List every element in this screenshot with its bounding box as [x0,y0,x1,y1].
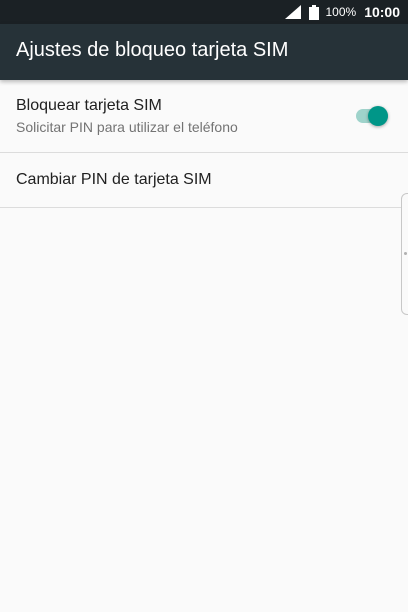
lock-sim-setting[interactable]: Bloquear tarjeta SIM Solicitar PIN para … [0,80,408,153]
change-pin-title: Cambiar PIN de tarjeta SIM [16,171,212,188]
lock-sim-toggle[interactable] [356,105,390,127]
status-bar: 100% 10:00 [0,0,408,24]
clock: 10:00 [364,4,400,20]
status-icons: 100% 10:00 [285,0,400,24]
page-title: Ajustes de bloqueo tarjeta SIM [16,39,289,61]
toggle-thumb [368,106,388,126]
edge-panel-handle[interactable] [401,193,408,315]
battery-icon [309,4,320,20]
change-pin-setting[interactable]: Cambiar PIN de tarjeta SIM [0,153,408,208]
lock-sim-summary: Solicitar PIN para utilizar el teléfono [16,119,238,135]
signal-icon [285,5,302,19]
app-bar: Ajustes de bloqueo tarjeta SIM [0,24,408,80]
battery-percentage: 100% [325,5,357,19]
settings-list: Bloquear tarjeta SIM Solicitar PIN para … [0,80,408,208]
handle-dot-icon [404,252,407,255]
lock-sim-title: Bloquear tarjeta SIM [16,97,162,114]
